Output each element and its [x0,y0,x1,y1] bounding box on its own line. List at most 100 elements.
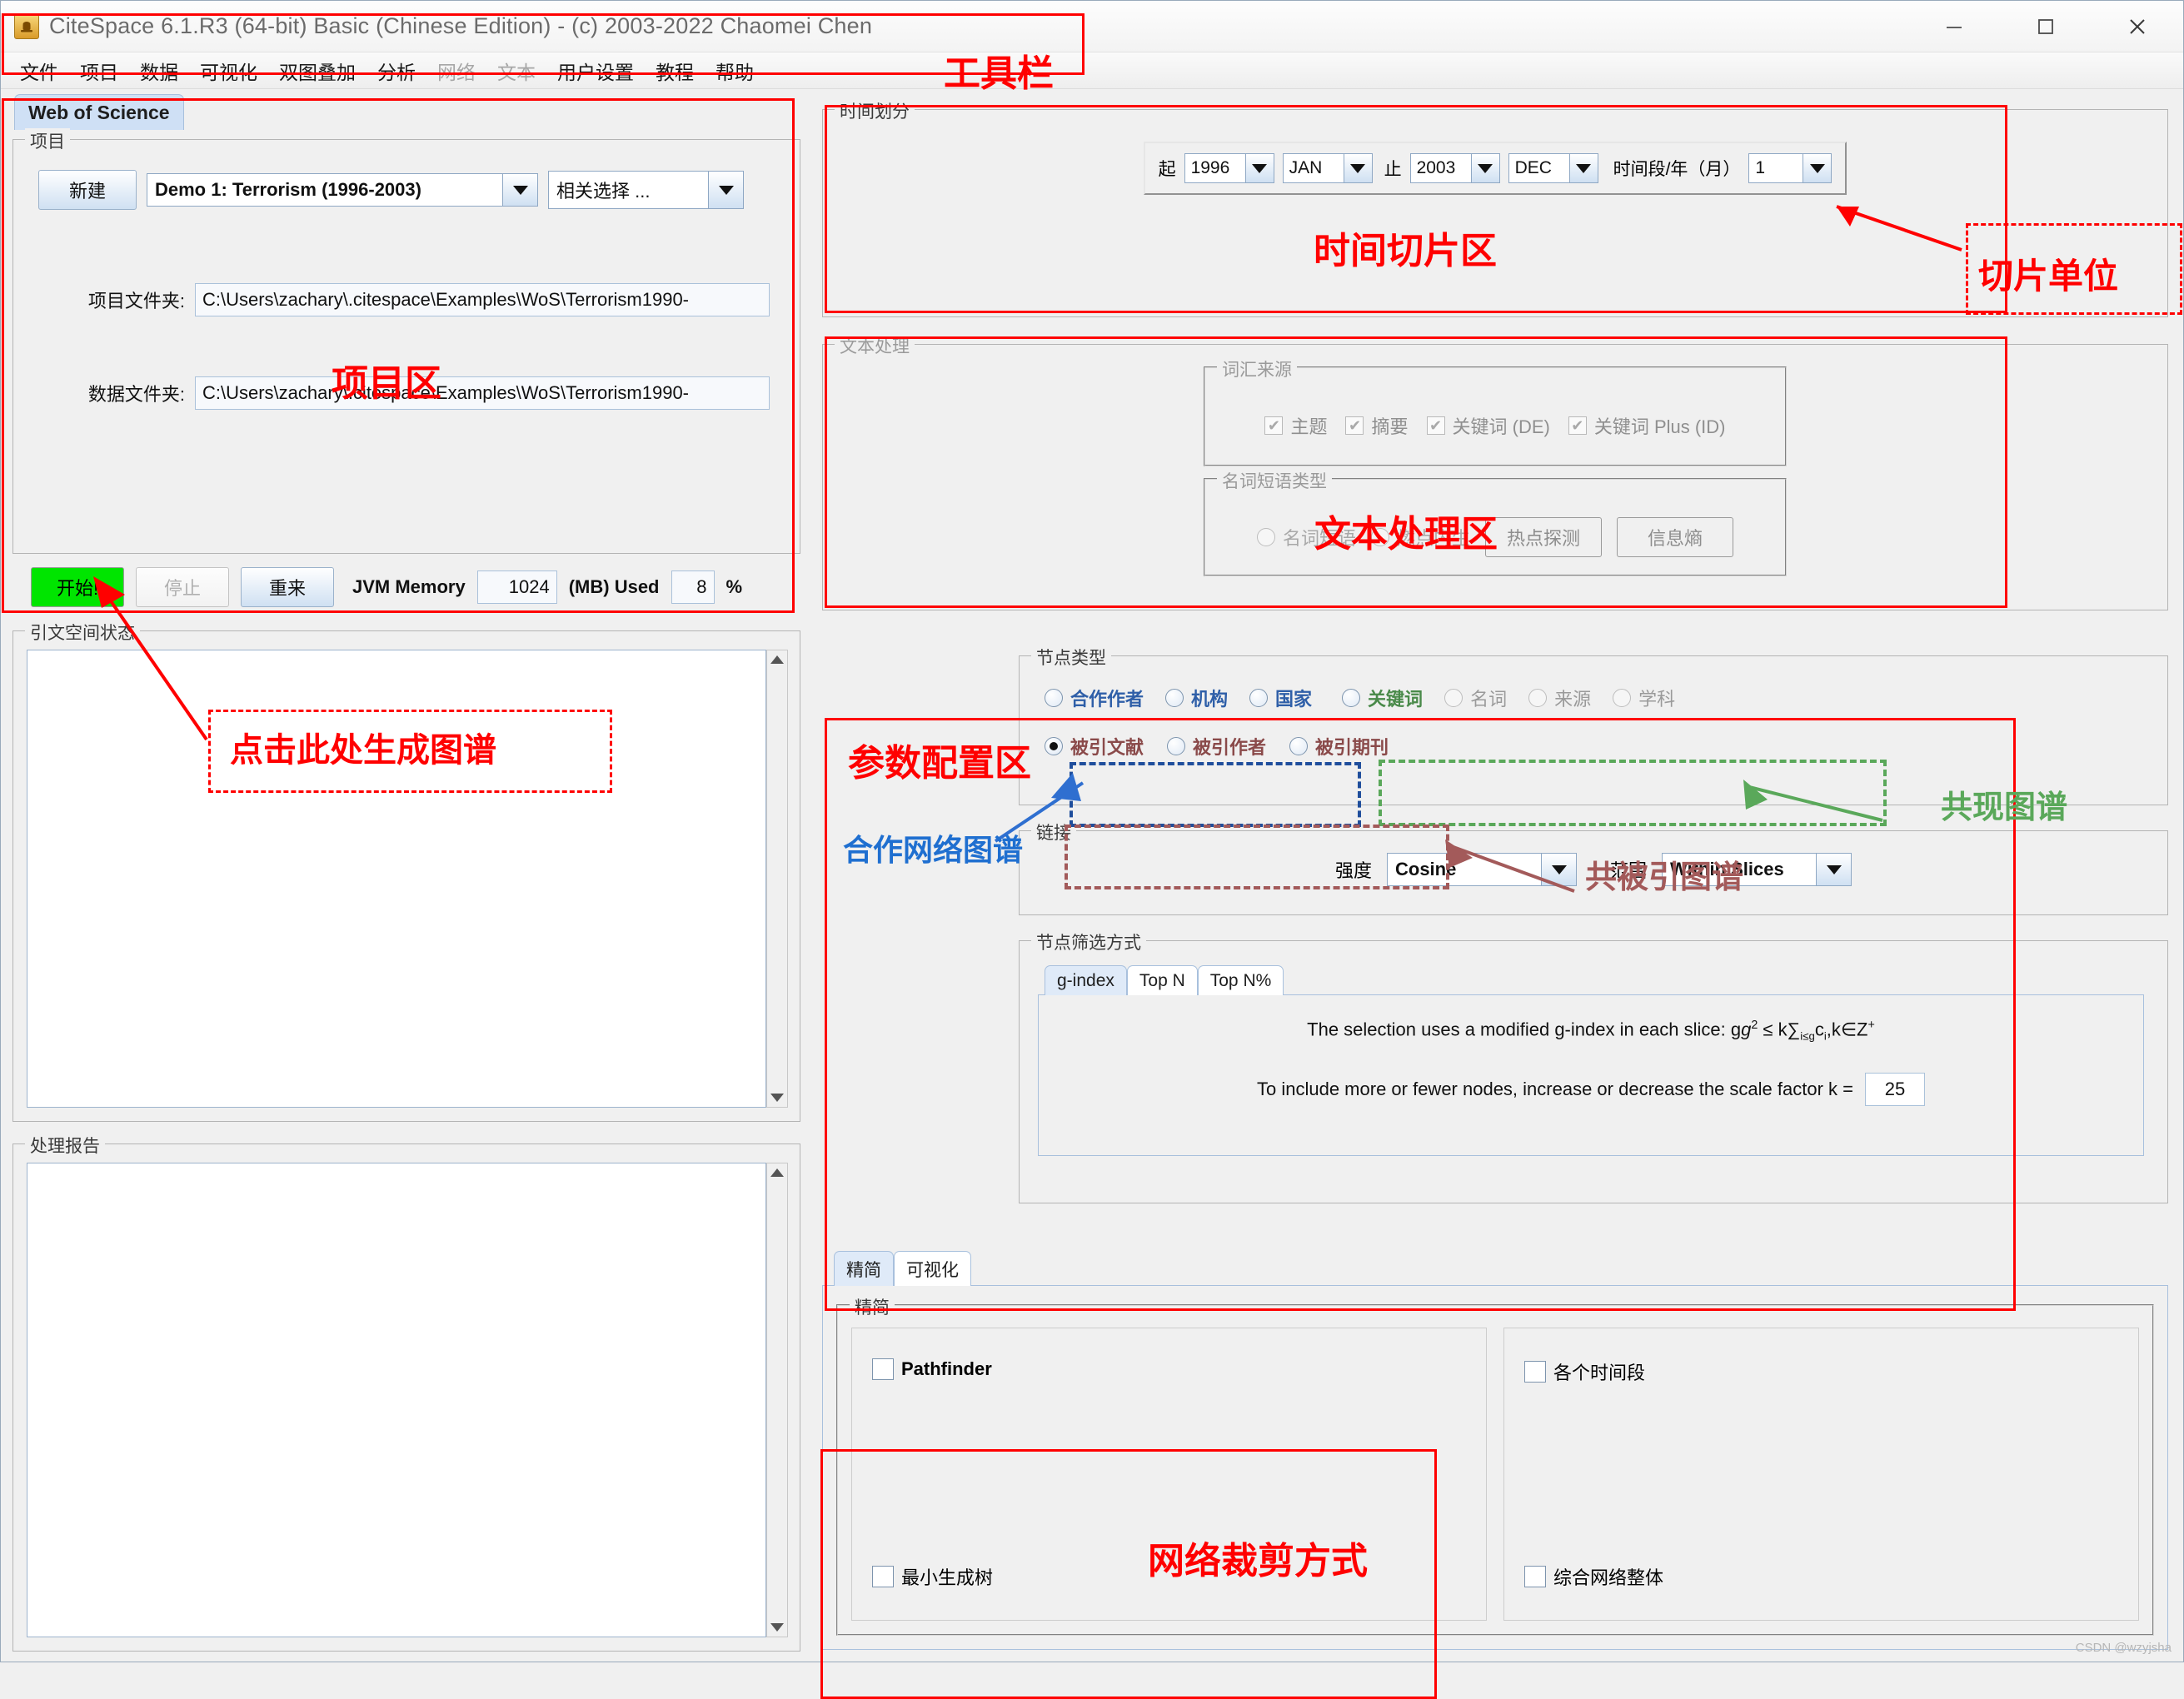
chevron-down-icon[interactable] [1343,154,1372,182]
left-column: Web of Science 项目 新建 Demo 1: Terrorism (… [6,92,805,1658]
checkbox-title[interactable]: ✔ 主题 [1264,412,1327,439]
checkbox-keywords-de[interactable]: ✔ 关键词 (DE) [1426,412,1550,439]
strength-combo[interactable]: Cosine [1387,853,1577,886]
scale-factor-field[interactable]: 25 [1864,1072,1925,1106]
start-button[interactable]: 开始! [31,567,124,607]
radio-discipline[interactable]: 学科 [1613,685,1675,711]
radio-country[interactable]: 国家 [1249,685,1312,711]
close-icon[interactable] [2092,1,2183,52]
tab-top-n-percent[interactable]: Top N% [1197,965,1284,995]
radio-icon[interactable] [1167,737,1186,755]
citation-status-scrollbar[interactable] [766,650,788,1108]
chevron-down-icon[interactable] [1244,154,1274,182]
menu-item-file[interactable]: 文件 [9,53,69,88]
chevron-down-icon[interactable] [1816,854,1852,885]
radio-icon[interactable] [1289,737,1309,755]
scope-combo[interactable]: Within Slices [1662,853,1852,886]
strength-value: Cosine [1395,859,1457,879]
process-report-textarea[interactable] [27,1163,766,1637]
checkbox-icon[interactable]: ✔ [1345,416,1364,435]
chevron-down-icon[interactable] [1568,154,1598,182]
checkbox-pathfinder[interactable]: Pathfinder [872,1358,1466,1380]
tab-web-of-science[interactable]: Web of Science [14,94,184,130]
to-month-combo[interactable]: DEC [1508,153,1598,183]
checkbox-pruning-merged-network[interactable]: 综合网络整体 [1524,1563,2118,1590]
checkbox-icon[interactable] [1524,1566,1546,1587]
radio-noun[interactable]: 名词 [1444,685,1507,711]
radio-icon[interactable] [1249,689,1269,707]
radio-icon[interactable] [1528,689,1548,707]
scroll-up-icon[interactable] [770,655,784,664]
radio-icon[interactable] [1613,689,1632,707]
chevron-down-icon[interactable] [502,174,537,206]
process-report-scrollbar[interactable] [766,1163,788,1637]
radio-source[interactable]: 来源 [1528,685,1591,711]
checkbox-abstract[interactable]: ✔ 摘要 [1345,412,1409,439]
checkbox-icon[interactable]: ✔ [1426,416,1445,435]
citation-status-textarea[interactable] [27,650,766,1108]
checkbox-icon[interactable] [872,1358,894,1380]
radio-icon[interactable] [1045,689,1063,707]
scale-factor-label: To include more or fewer nodes, increase… [1257,1078,1853,1099]
tab-visualization[interactable]: 可视化 [894,1251,971,1286]
jvm-memory-label: JVM Memory [352,576,466,597]
data-folder-field[interactable]: C:\Users\zachary\.citespace\Examples\WoS… [195,376,770,410]
menu-item-visualize[interactable]: 可视化 [189,53,268,88]
chevron-down-icon[interactable] [1470,154,1499,182]
checkbox-icon[interactable]: ✔ [1264,416,1284,435]
tab-top-n[interactable]: Top N [1126,965,1198,995]
scroll-up-icon[interactable] [770,1168,784,1177]
checkbox-pruning-sliced-networks[interactable]: 各个时间段 [1524,1358,2118,1385]
radio-icon[interactable] [1165,689,1184,707]
menu-item-project[interactable]: 项目 [69,53,129,88]
chevron-down-icon[interactable] [1541,854,1576,885]
radio-keyword[interactable]: 关键词 [1342,685,1423,711]
g-index-formula-rest: ≤ k∑ [1758,1019,1801,1040]
radio-institution[interactable]: 机构 [1165,685,1228,711]
radio-cited-reference[interactable]: 被引文献 [1045,733,1144,760]
checkbox-icon[interactable]: ✔ [1568,416,1587,435]
menu-item-tutorial[interactable]: 教程 [645,53,705,88]
menu-item-analysis[interactable]: 分析 [366,53,426,88]
radio-collaborating-authors[interactable]: 合作作者 [1045,685,1144,711]
radio-icon[interactable] [1444,689,1463,707]
related-select-combo[interactable]: 相关选择 ... [548,171,744,209]
g-index-formula-tail: ,k∈Z [1826,1019,1868,1040]
to-year-combo[interactable]: 2003 [1409,153,1500,183]
main-body: Web of Science 项目 新建 Demo 1: Terrorism (… [1,89,2183,1662]
radio-cited-journal[interactable]: 被引期刊 [1289,733,1389,760]
radio-noun-phrase: 名词短语 [1256,524,1356,551]
scroll-down-icon[interactable] [770,1623,784,1632]
scroll-down-icon[interactable] [770,1094,784,1102]
checkbox-keywords-plus-id[interactable]: ✔ 关键词 Plus (ID) [1568,412,1726,439]
radio-icon[interactable] [1045,737,1063,755]
node-selection-title: 节点筛选方式 [1031,929,1146,954]
checkbox-minimum-spanning-tree[interactable]: 最小生成树 [872,1563,1466,1590]
checkbox-icon[interactable] [1524,1361,1546,1383]
chevron-down-icon[interactable] [1803,154,1832,182]
node-type-title: 节点类型 [1031,645,1111,670]
from-year-combo[interactable]: 1996 [1184,153,1274,183]
menu-item-dual-map-overlay[interactable]: 双图叠加 [268,53,366,88]
slice-length-combo[interactable]: 1 [1748,153,1832,183]
project-combo[interactable]: Demo 1: Terrorism (1996-2003) [147,173,538,207]
new-project-button[interactable]: 新建 [38,170,137,210]
menu-item-help[interactable]: 帮助 [705,53,765,88]
radio-cited-author[interactable]: 被引作者 [1167,733,1266,760]
checkbox-icon[interactable] [872,1566,894,1587]
links-panel: 链接 强度 Cosine 范围 Within Slices [1019,820,2168,915]
menu-item-data[interactable]: 数据 [129,53,189,88]
process-report-title: 处理报告 [25,1133,105,1158]
menu-item-preferences[interactable]: 用户设置 [546,53,645,88]
maximize-icon[interactable] [2000,1,2092,52]
chevron-down-icon[interactable] [708,172,743,208]
jvm-memory-field[interactable]: 1024 [476,570,557,604]
from-month-combo[interactable]: JAN [1282,153,1373,183]
minimize-icon[interactable] [1908,1,2000,52]
term-source-title: 词汇来源 [1217,356,1297,381]
project-folder-field[interactable]: C:\Users\zachary\.citespace\Examples\WoS… [195,283,770,316]
tab-g-index[interactable]: g-index [1045,965,1127,995]
reset-button[interactable]: 重来 [241,567,334,607]
tab-pruning[interactable]: 精简 [834,1251,894,1286]
radio-icon[interactable] [1342,689,1361,707]
